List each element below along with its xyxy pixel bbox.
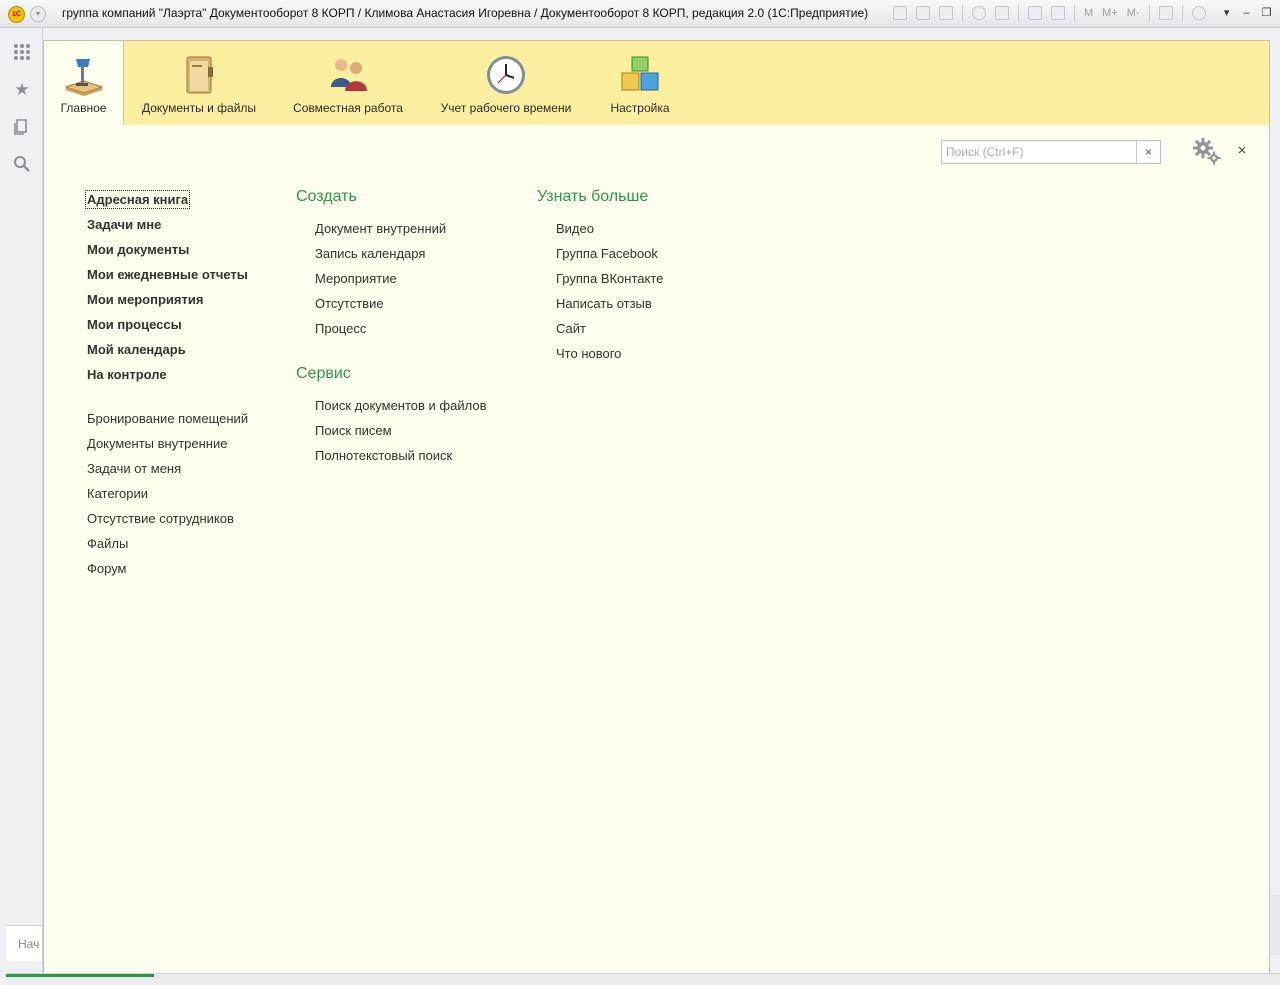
- main-menu-button[interactable]: ▾: [30, 6, 46, 22]
- clock-icon: [487, 56, 525, 94]
- title-toolbar: M M+ M- ▾ – ❐ ✕: [893, 4, 1280, 22]
- desk-lamp-icon: [63, 59, 104, 96]
- save-icon[interactable]: [893, 6, 907, 20]
- 1c-logo-icon[interactable]: 1С: [8, 6, 25, 23]
- link-my-documents[interactable]: Мои документы: [87, 242, 189, 257]
- people-icon: [331, 59, 367, 91]
- service-group-title: Сервис: [296, 365, 351, 382]
- section-label: Учет рабочего времени: [440, 101, 572, 115]
- learn-video[interactable]: Видео: [556, 221, 594, 236]
- minimize-button[interactable]: –: [1239, 6, 1255, 20]
- chevron-down-icon[interactable]: ▾: [1219, 6, 1235, 20]
- link-tasks-to-me[interactable]: Задачи мне: [87, 217, 161, 232]
- favorites-star-icon[interactable]: ★: [13, 81, 31, 99]
- learn-write-review[interactable]: Написать отзыв: [556, 296, 652, 311]
- section-main[interactable]: Главное: [44, 41, 124, 125]
- create-internal-document[interactable]: Документ внутренний: [315, 221, 446, 236]
- status-bar: [6, 973, 1280, 985]
- learn-site[interactable]: Сайт: [556, 321, 586, 336]
- service-fulltext-search[interactable]: Полнотекстовый поиск: [315, 448, 452, 463]
- left-panel: ★: [0, 28, 43, 984]
- create-calendar-entry[interactable]: Запись календаря: [315, 246, 425, 261]
- info-icon[interactable]: [1191, 6, 1206, 20]
- main-window: Главное Документы и файлы Совместная раб…: [43, 40, 1270, 974]
- search-input[interactable]: [942, 141, 1138, 163]
- link-employee-absence[interactable]: Отсутствие сотрудников: [87, 511, 234, 526]
- calculator-icon[interactable]: [1028, 6, 1042, 20]
- scrollbar[interactable]: [1271, 895, 1280, 955]
- link-room-booking[interactable]: Бронирование помещений: [87, 411, 248, 426]
- section-label: Документы и файлы: [141, 101, 257, 115]
- link-forum[interactable]: Форум: [87, 561, 127, 576]
- memory-plus-button[interactable]: M+: [1102, 7, 1118, 19]
- section-label: Совместная работа: [293, 101, 403, 115]
- create-absence[interactable]: Отсутствие: [315, 296, 384, 311]
- create-group-title: Создать: [296, 188, 357, 205]
- link-on-control[interactable]: На контроле: [87, 367, 167, 382]
- close-icon[interactable]: ×: [1234, 143, 1250, 159]
- history-icon[interactable]: [13, 118, 31, 136]
- calendar-icon[interactable]: [1051, 6, 1065, 20]
- window-title: группа компаний "Лаэрта" Документооборот…: [62, 6, 869, 20]
- service-search-documents-files[interactable]: Поиск документов и файлов: [315, 398, 486, 413]
- apps-grid-icon[interactable]: [13, 43, 31, 61]
- preview-icon[interactable]: [939, 6, 953, 20]
- link-my-processes[interactable]: Мои процессы: [87, 317, 182, 332]
- folder-icon: [186, 56, 213, 94]
- link-my-calendar[interactable]: Мой календарь: [87, 342, 186, 357]
- section-label: Настройка: [610, 101, 670, 115]
- section-label: Главное: [60, 101, 107, 115]
- learn-whats-new[interactable]: Что нового: [556, 346, 621, 361]
- toolbar-separator: [1181, 5, 1183, 21]
- bookmark-icon[interactable]: [995, 6, 1009, 20]
- link-categories[interactable]: Категории: [87, 486, 148, 501]
- print-icon[interactable]: [916, 6, 930, 20]
- link-my-events[interactable]: Мои мероприятия: [87, 292, 203, 307]
- search-clear-button[interactable]: ×: [1136, 141, 1160, 163]
- bottom-tab-start[interactable]: Нач: [6, 925, 42, 961]
- sections-panel: Главное Документы и файлы Совместная раб…: [44, 41, 1269, 125]
- toolbar-separator: [1018, 5, 1019, 21]
- learn-facebook-group[interactable]: Группа Facebook: [556, 246, 658, 261]
- link-internal-documents[interactable]: Документы внутренние: [87, 436, 227, 451]
- section-collaboration[interactable]: Совместная работа: [276, 41, 420, 125]
- memory-minus-button[interactable]: M-: [1127, 7, 1140, 19]
- link-tasks-from-me[interactable]: Задачи от меня: [87, 461, 181, 476]
- search-box: ×: [941, 140, 1161, 164]
- section-time-tracking[interactable]: Учет рабочего времени: [424, 41, 588, 125]
- gear-icon[interactable]: [1192, 137, 1222, 165]
- favorites-star-icon[interactable]: [972, 6, 986, 20]
- panels-icon[interactable]: [1158, 6, 1173, 20]
- learn-more-group-title: Узнать больше: [537, 188, 649, 205]
- link-address-book[interactable]: Адресная книга: [84, 190, 191, 209]
- link-my-daily-reports[interactable]: Мои ежедневные отчеты: [87, 267, 248, 282]
- search-icon[interactable]: [13, 155, 31, 173]
- section-settings[interactable]: Настройка: [592, 41, 688, 125]
- section-documents-files[interactable]: Документы и файлы: [126, 41, 272, 125]
- memory-m-button[interactable]: M: [1084, 7, 1093, 19]
- create-process[interactable]: Процесс: [315, 321, 366, 336]
- learn-vkontakte-group[interactable]: Группа ВКонтакте: [556, 271, 663, 286]
- toolbar-separator: [1148, 5, 1150, 21]
- toolbar-separator: [1074, 5, 1075, 21]
- toolbar-separator: [962, 5, 963, 21]
- title-bar: 1С ▾ группа компаний "Лаэрта" Документоо…: [0, 0, 1280, 28]
- create-event[interactable]: Мероприятие: [315, 271, 397, 286]
- service-search-emails[interactable]: Поиск писем: [315, 423, 392, 438]
- cubes-icon: [621, 56, 659, 91]
- link-files[interactable]: Файлы: [87, 536, 128, 551]
- active-tab-indicator: [6, 974, 154, 977]
- restore-button[interactable]: ❐: [1259, 6, 1275, 20]
